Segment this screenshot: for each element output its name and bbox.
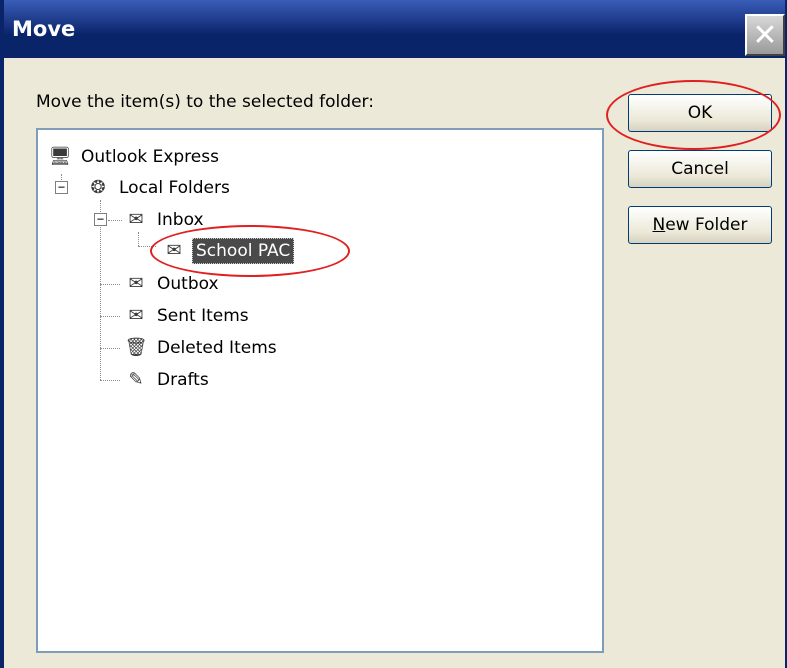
tree-item-label: Outlook Express <box>81 147 219 167</box>
title-bar[interactable]: Move ✕ <box>4 0 785 58</box>
tree-item-label: Drafts <box>157 370 209 390</box>
ok-button-label: OK <box>687 103 713 123</box>
move-dialog: Move ✕ Move the item(s) to the selected … <box>0 0 787 668</box>
tree-item-drafts[interactable]: ✎ Drafts <box>124 365 212 395</box>
tree-item-label: Outbox <box>157 274 219 294</box>
collapse-inbox-toggle[interactable]: − <box>94 213 107 226</box>
folder-icon: ✉ <box>166 240 182 261</box>
tree-connector <box>100 380 120 381</box>
new-folder-button-label: ew Folder <box>665 215 748 235</box>
tree-item-label: Inbox <box>157 210 204 230</box>
cancel-button-label: Cancel <box>671 159 729 179</box>
tree-item-label: Local Folders <box>119 178 230 198</box>
tree-item-local-folders[interactable]: ❂ Local Folders <box>86 173 233 203</box>
collapse-local-folders-toggle[interactable]: − <box>55 181 68 194</box>
outbox-icon: ✉ <box>128 273 144 294</box>
new-folder-access-key: N <box>652 215 666 235</box>
tree-item-outbox[interactable]: ✉ Outbox <box>124 269 222 299</box>
tree-item-deleted-items[interactable]: 🗑 Deleted Items <box>124 333 280 363</box>
tree-item-outlook-express[interactable]: 🖥 Outlook Express <box>48 142 222 172</box>
tree-connector <box>138 246 156 247</box>
window-title: Move <box>12 17 76 41</box>
tree-connector <box>100 284 120 285</box>
inbox-icon: ✉ <box>128 209 144 230</box>
ok-button[interactable]: OK <box>628 94 772 132</box>
tree-connector <box>100 316 120 317</box>
outlook-express-icon: 🖥 <box>48 146 72 167</box>
tree-item-label: Deleted Items <box>157 338 277 358</box>
deleted-items-icon: 🗑 <box>124 337 148 358</box>
local-folders-icon: ❂ <box>90 177 106 198</box>
tree-item-label: School PAC <box>192 238 295 264</box>
sent-items-icon: ✉ <box>128 305 144 326</box>
tree-item-inbox[interactable]: ✉ Inbox <box>124 205 207 235</box>
tree-connector <box>108 220 122 221</box>
tree-connector <box>100 348 120 349</box>
cancel-button[interactable]: Cancel <box>628 150 772 188</box>
drafts-icon: ✎ <box>128 369 144 390</box>
tree-connector <box>100 200 101 380</box>
tree-item-school-pac[interactable]: ✉ School PAC <box>162 236 295 266</box>
folder-tree[interactable]: − − 🖥 Outlook Express ❂ Local Folders ✉ … <box>36 128 604 653</box>
new-folder-button[interactable]: New Folder <box>628 206 772 244</box>
tree-item-label: Sent Items <box>157 306 249 326</box>
instruction-text: Move the item(s) to the selected folder: <box>36 92 374 112</box>
close-icon[interactable]: ✕ <box>745 14 785 56</box>
tree-item-sent-items[interactable]: ✉ Sent Items <box>124 301 252 331</box>
